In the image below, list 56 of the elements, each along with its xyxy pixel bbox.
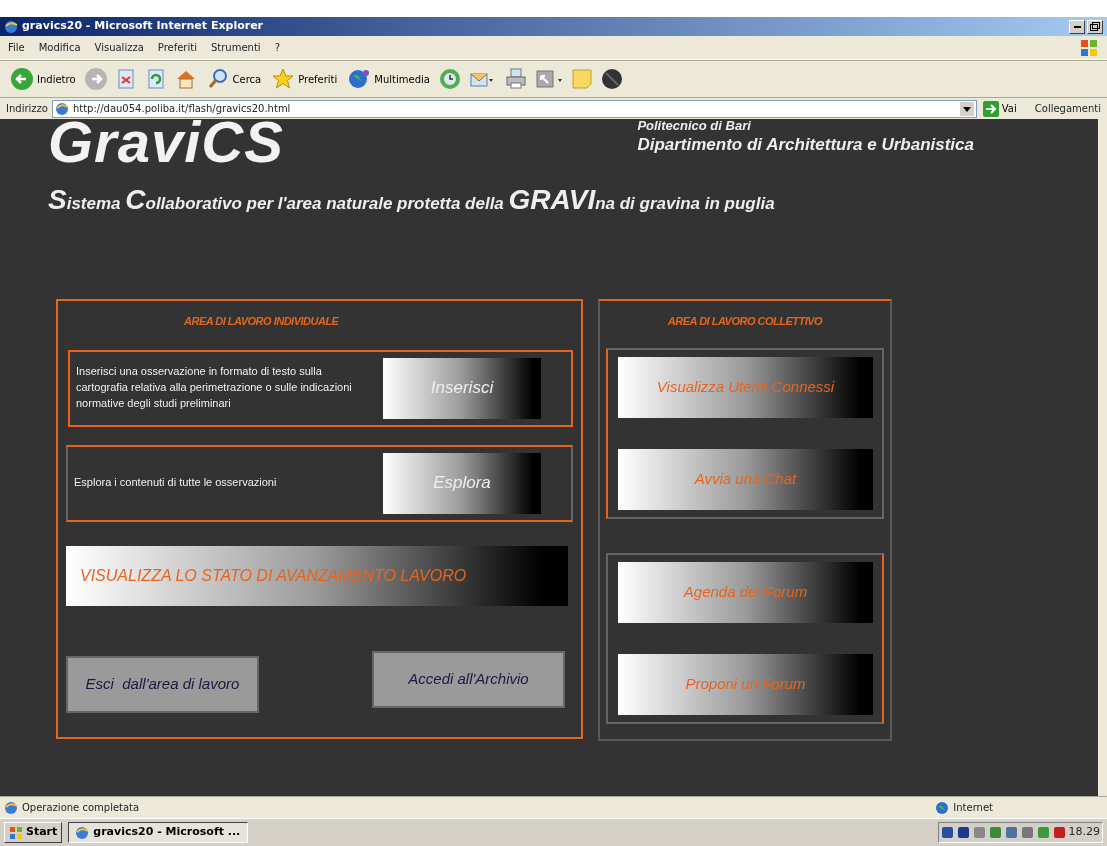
ball-icon[interactable] — [599, 67, 624, 91]
restore-button[interactable] — [1087, 19, 1103, 34]
browser-icon — [75, 825, 90, 840]
tray-icon[interactable] — [940, 826, 954, 839]
menu-item[interactable]: Modifica — [38, 40, 81, 55]
star-icon — [271, 67, 296, 91]
tray-icon[interactable] — [956, 826, 970, 839]
menu-item[interactable]: File — [8, 40, 25, 55]
minimize-button[interactable] — [1069, 19, 1085, 34]
clock: 18.29 — [1068, 824, 1100, 841]
toolbar-button[interactable]: Multimedia — [345, 67, 432, 91]
tray-icon[interactable] — [988, 826, 1002, 839]
tray-icon[interactable] — [1052, 826, 1066, 839]
printer-icon[interactable] — [503, 67, 528, 91]
restore-icon — [1090, 22, 1100, 31]
toolbar-button[interactable]: Cerca — [203, 67, 264, 91]
menu-item[interactable]: ? — [274, 40, 280, 55]
zone-label: Internet — [953, 801, 993, 815]
go-arrow-icon — [982, 100, 999, 117]
globe-icon — [935, 800, 950, 815]
address-label: Indirizzo — [6, 102, 48, 116]
department-name: Dipartimento di Architettura e Urbanistica — [637, 134, 974, 156]
scrollbar[interactable] — [1098, 119, 1107, 796]
windows-logo-icon — [9, 825, 23, 840]
dropdown-icon[interactable] — [959, 101, 974, 116]
action-description: Esplora i contenuti di tutte le osservazioni — [74, 475, 278, 491]
tray-icon[interactable] — [1020, 826, 1034, 839]
menu-item[interactable]: Visualizza — [94, 40, 144, 55]
tray-icon[interactable] — [1004, 826, 1018, 839]
page-icon — [54, 101, 69, 116]
address-field[interactable]: http://dau054.poliba.it/flash/gravics20.html — [51, 99, 977, 118]
section-title: AREA DI LAVORO COLLETTIVO — [666, 314, 824, 329]
subtitle: Sistema Collaborativo per l'area naturale protetta della GRAVIna di gravina in puglia — [48, 183, 776, 217]
logo: GraviCS — [48, 119, 284, 171]
taskbar-button[interactable]: gravics20 - Microsoft ... — [68, 822, 249, 843]
links-label[interactable]: Collegamenti — [1034, 101, 1101, 116]
page-icon — [4, 800, 18, 815]
toolbar-button[interactable]: Preferiti — [269, 67, 340, 91]
institution-name: Politecnico di Bari — [637, 119, 752, 132]
status-text: Operazione completata — [22, 801, 140, 815]
windows-logo-icon — [1079, 37, 1099, 58]
history-icon[interactable] — [437, 67, 462, 91]
start-button[interactable]: Start — [4, 822, 63, 843]
minimize-icon — [1073, 25, 1081, 28]
menu-item[interactable]: Preferiti — [157, 40, 197, 55]
section-title: AREA DI LAVORO INDIVIDUALE — [184, 314, 340, 329]
nav-button[interactable]: Esci dall'area di lavoro — [66, 655, 259, 713]
window-title: gravics20 - Microsoft Internet Explorer — [22, 18, 264, 35]
action-description: Inserisci una osservazione in formato di testo sulla cartografia relativa alla perimetrazione o sulle indicazioni normative degli studi preliminari — [76, 364, 353, 411]
go-button[interactable]: Vai — [980, 100, 1019, 117]
edit-icon[interactable] — [533, 67, 564, 91]
browser-icon — [4, 19, 18, 34]
menu-item[interactable]: Strumenti — [210, 40, 261, 55]
globe-icon — [347, 67, 372, 91]
toolbar-button[interactable]: Indietro — [8, 67, 78, 91]
nav-button[interactable]: Accedi all'Archivio — [372, 650, 565, 708]
